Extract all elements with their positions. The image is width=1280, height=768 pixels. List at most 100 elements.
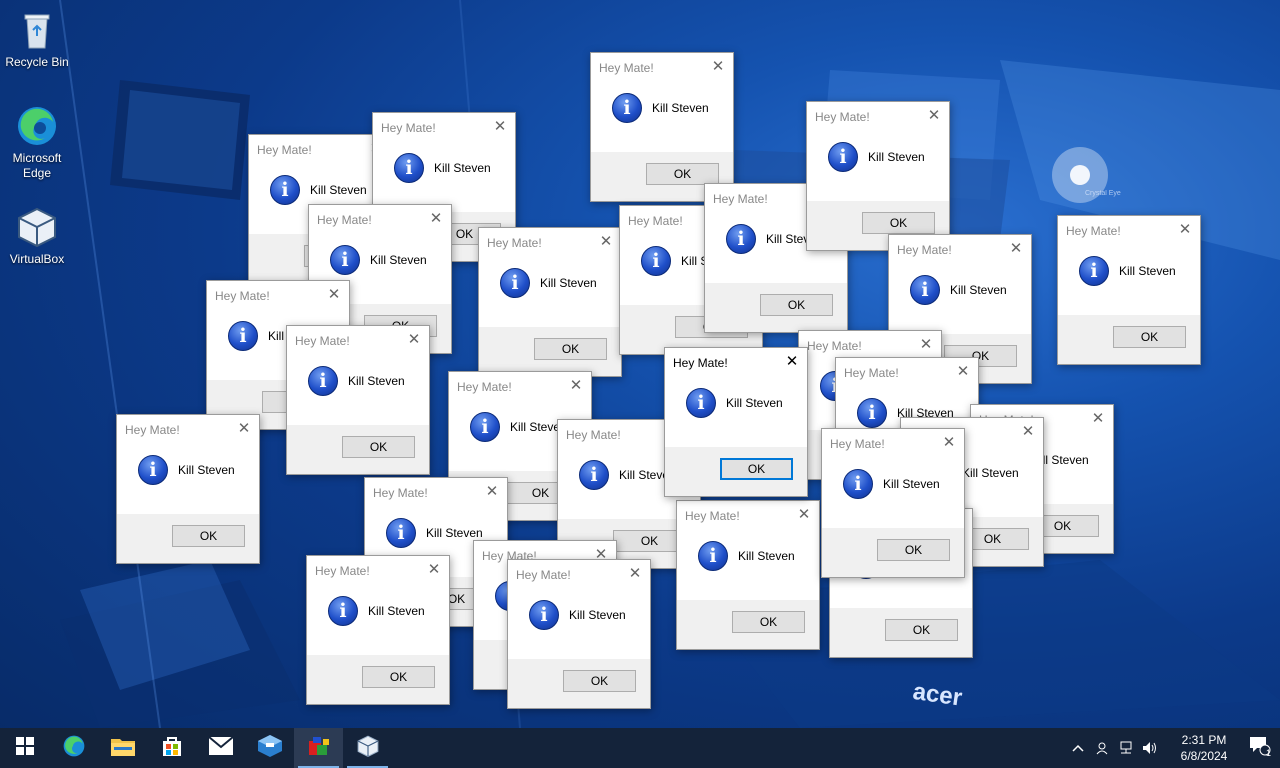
dialog-body: i Kill Steven	[307, 586, 449, 656]
taskbar: 2:31 PM 6/8/2024 1	[0, 728, 1280, 768]
message-dialog: Hey Mate! ✕ i Kill Steven OK	[1057, 215, 1201, 365]
close-icon[interactable]: ✕	[626, 560, 644, 590]
active-app-taskbar-button[interactable]	[294, 728, 343, 768]
info-icon: i	[843, 469, 873, 499]
volume-icon[interactable]	[1138, 728, 1162, 768]
dialog-titlebar[interactable]: Hey Mate! ✕	[207, 281, 349, 311]
close-icon[interactable]: ✕	[795, 501, 813, 531]
system-tray: 2:31 PM 6/8/2024 1	[1066, 728, 1280, 768]
virtualbox-desktop-icon[interactable]: VirtualBox	[4, 205, 70, 267]
close-icon[interactable]: ✕	[709, 53, 727, 83]
dialog-titlebar[interactable]: Hey Mate! ✕	[287, 326, 429, 356]
windows-logo-icon	[15, 736, 34, 760]
recycle-bin-icon	[15, 8, 59, 52]
dialog-footer: OK	[1058, 315, 1200, 364]
ok-button[interactable]: OK	[877, 539, 950, 561]
close-icon[interactable]: ✕	[597, 228, 615, 258]
virtualbox-taskbar-button[interactable]	[343, 728, 392, 768]
dialog-title: Hey Mate!	[317, 213, 372, 227]
ok-button[interactable]: OK	[862, 212, 935, 234]
ok-button[interactable]: OK	[760, 294, 833, 316]
close-icon[interactable]: ✕	[567, 372, 585, 402]
dialog-body: i Kill Steven	[807, 132, 949, 202]
dialog-titlebar[interactable]: Hey Mate! ✕	[249, 135, 391, 165]
dialog-body: i Kill Steven	[117, 445, 259, 515]
ok-button[interactable]: OK	[534, 338, 607, 360]
edge-taskbar-button[interactable]	[49, 728, 98, 768]
virtualbox-icon	[356, 734, 380, 763]
close-icon[interactable]: ✕	[491, 113, 509, 143]
dialog-message: Kill Steven	[310, 183, 367, 197]
dialog-message: Kill Steven	[950, 283, 1007, 297]
start-button[interactable]	[0, 728, 49, 768]
dialog-footer: OK	[307, 655, 449, 704]
dialog-titlebar[interactable]: Hey Mate! ✕	[309, 205, 451, 235]
close-icon[interactable]: ✕	[405, 326, 423, 356]
dialog-title: Hey Mate!	[685, 509, 740, 523]
ok-button[interactable]: OK	[172, 525, 245, 547]
dialog-titlebar[interactable]: Hey Mate! ✕	[508, 560, 650, 590]
close-icon[interactable]: ✕	[1019, 418, 1037, 448]
dialog-titlebar[interactable]: Hey Mate! ✕	[449, 372, 591, 402]
dialog-message: Kill Steven	[370, 253, 427, 267]
wallpaper-brand: acer	[911, 678, 964, 712]
virtualbox-app-taskbar-button[interactable]	[245, 728, 294, 768]
close-icon[interactable]: ✕	[940, 429, 958, 459]
close-icon[interactable]: ✕	[483, 478, 501, 508]
edge-desktop-icon[interactable]: Microsoft Edge	[4, 104, 70, 181]
file-explorer-taskbar-button[interactable]	[98, 728, 147, 768]
dialog-titlebar[interactable]: Hey Mate! ✕	[117, 415, 259, 445]
info-icon: i	[330, 245, 360, 275]
dialog-titlebar[interactable]: Hey Mate! ✕	[822, 429, 964, 459]
ok-button[interactable]: OK	[732, 611, 805, 633]
close-icon[interactable]: ✕	[1176, 216, 1194, 246]
dialog-titlebar[interactable]: Hey Mate! ✕	[807, 102, 949, 132]
dialog-title: Hey Mate!	[830, 437, 885, 451]
message-dialog: Hey Mate! ✕ i Kill Steven OK	[306, 555, 450, 705]
close-icon[interactable]: ✕	[783, 348, 801, 378]
dialog-titlebar[interactable]: Hey Mate! ✕	[373, 113, 515, 143]
close-icon[interactable]: ✕	[325, 281, 343, 311]
dialog-titlebar[interactable]: Hey Mate! ✕	[677, 501, 819, 531]
close-icon[interactable]: ✕	[1089, 405, 1107, 435]
dialog-titlebar[interactable]: Hey Mate! ✕	[1058, 216, 1200, 246]
dialog-titlebar[interactable]: Hey Mate! ✕	[365, 478, 507, 508]
ok-button[interactable]: OK	[646, 163, 719, 185]
close-icon[interactable]: ✕	[925, 102, 943, 132]
dialog-message: Kill Steven	[883, 477, 940, 491]
close-icon[interactable]: ✕	[235, 415, 253, 445]
action-center-button[interactable]: 1	[1240, 728, 1280, 768]
close-icon[interactable]: ✕	[954, 358, 972, 388]
dialog-titlebar[interactable]: Hey Mate! ✕	[307, 556, 449, 586]
info-icon: i	[394, 153, 424, 183]
ok-button[interactable]: OK	[885, 619, 958, 641]
dialog-title: Hey Mate!	[1066, 224, 1121, 238]
ok-button[interactable]: OK	[1113, 326, 1186, 348]
recycle-bin-desktop-icon[interactable]: Recycle Bin	[4, 8, 70, 70]
ok-button[interactable]: OK	[563, 670, 636, 692]
show-hidden-icons-chevron-icon[interactable]	[1066, 728, 1090, 768]
close-icon[interactable]: ✕	[1007, 235, 1025, 265]
people-icon[interactable]	[1090, 728, 1114, 768]
dialog-titlebar[interactable]: Hey Mate! ✕	[591, 53, 733, 83]
dialog-body: i Kill Steven	[889, 265, 1031, 335]
ok-button[interactable]: OK	[362, 666, 435, 688]
close-icon[interactable]: ✕	[425, 556, 443, 586]
dialog-body: i Kill Steven	[508, 590, 650, 660]
dialog-body: i Kill Steven	[479, 258, 621, 328]
dialog-message: Kill Steven	[348, 374, 405, 388]
clock[interactable]: 2:31 PM 6/8/2024	[1168, 732, 1240, 764]
dialog-titlebar[interactable]: Hey Mate! ✕	[889, 235, 1031, 265]
network-icon[interactable]	[1114, 728, 1138, 768]
ok-button[interactable]: OK	[720, 458, 793, 480]
mail-taskbar-button[interactable]	[196, 728, 245, 768]
ok-button[interactable]: OK	[342, 436, 415, 458]
store-taskbar-button[interactable]	[147, 728, 196, 768]
edge-icon	[62, 734, 86, 763]
dialog-title: Hey Mate!	[487, 236, 542, 250]
dialog-titlebar[interactable]: Hey Mate! ✕	[665, 348, 807, 378]
dialog-title: Hey Mate!	[215, 289, 270, 303]
dialog-titlebar[interactable]: Hey Mate! ✕	[836, 358, 978, 388]
close-icon[interactable]: ✕	[427, 205, 445, 235]
dialog-titlebar[interactable]: Hey Mate! ✕	[479, 228, 621, 258]
